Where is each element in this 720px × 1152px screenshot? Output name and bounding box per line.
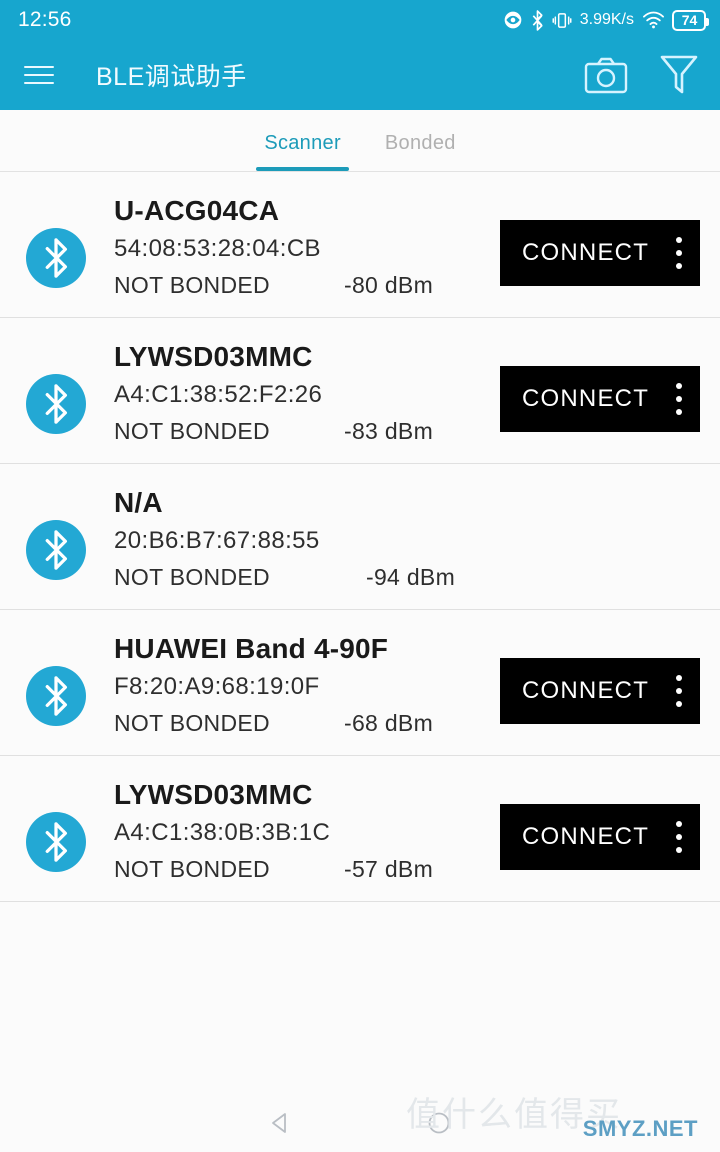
status-icons: 3.99K/s 74 bbox=[503, 9, 709, 31]
bluetooth-icon bbox=[532, 9, 543, 31]
connect-label: CONNECT bbox=[522, 239, 650, 266]
device-name: HUAWEI Band 4-90F bbox=[114, 633, 389, 664]
bond-status: NOT BONDED bbox=[114, 856, 270, 882]
device-name: U-ACG04CA bbox=[114, 195, 280, 226]
bluetooth-avatar-icon bbox=[26, 666, 86, 726]
device-meta: NOT BONDED -83 dBm bbox=[114, 413, 500, 449]
app-title: BLE调试助手 bbox=[96, 63, 247, 91]
device-info: N/A 20:B6:B7:67:88:55 NOT BONDED -94 dBm bbox=[114, 482, 504, 595]
wifi-icon bbox=[643, 11, 664, 29]
camera-icon[interactable] bbox=[584, 56, 628, 94]
device-info: LYWSD03MMC A4:C1:38:52:F2:26 NOT BONDED … bbox=[114, 336, 500, 449]
home-circle-icon[interactable] bbox=[426, 1110, 452, 1136]
bluetooth-avatar-icon bbox=[26, 520, 86, 580]
filter-funnel-icon[interactable] bbox=[660, 54, 698, 96]
vibrate-icon bbox=[552, 12, 572, 28]
device-meta: NOT BONDED -57 dBm bbox=[114, 851, 500, 887]
tab-bonded[interactable]: Bonded bbox=[363, 132, 478, 171]
rssi-value: -57 dBm bbox=[344, 856, 434, 882]
bond-status: NOT BONDED bbox=[114, 710, 270, 736]
watermark-en: SMYZ.NET bbox=[582, 1116, 698, 1141]
status-clock: 12:56 bbox=[18, 8, 72, 31]
device-name: LYWSD03MMC bbox=[114, 341, 313, 372]
device-info: LYWSD03MMC A4:C1:38:0B:3B:1C NOT BONDED … bbox=[114, 774, 500, 887]
device-info: U-ACG04CA 54:08:53:28:04:CB NOT BONDED -… bbox=[114, 190, 500, 303]
overflow-menu-icon[interactable] bbox=[668, 237, 690, 269]
rssi-value: -80 dBm bbox=[344, 272, 434, 298]
device-meta: NOT BONDED -80 dBm bbox=[114, 267, 500, 303]
app-bar: BLE调试助手 bbox=[0, 40, 720, 110]
bond-status: NOT BONDED bbox=[114, 564, 270, 590]
back-triangle-icon[interactable] bbox=[268, 1110, 294, 1136]
device-info: HUAWEI Band 4-90F F8:20:A9:68:19:0F NOT … bbox=[114, 628, 500, 741]
status-bar: 12:56 3.99K/s 74 bbox=[0, 0, 720, 40]
tab-bar: Scanner Bonded bbox=[0, 110, 720, 172]
connect-area: CONNECT bbox=[500, 804, 700, 870]
rssi-value: -83 dBm bbox=[344, 418, 434, 444]
system-navigation-bar: 值什么值得买 SMYZ.NET bbox=[0, 1094, 720, 1152]
device-row[interactable]: N/A 20:B6:B7:67:88:55 NOT BONDED -94 dBm bbox=[0, 464, 720, 610]
device-row[interactable]: HUAWEI Band 4-90F F8:20:A9:68:19:0F NOT … bbox=[0, 610, 720, 756]
device-address: A4:C1:38:52:F2:26 bbox=[114, 381, 323, 408]
rssi-value: -94 dBm bbox=[366, 564, 456, 590]
rssi-value: -68 dBm bbox=[344, 710, 434, 736]
tab-scanner[interactable]: Scanner bbox=[242, 132, 363, 171]
bluetooth-avatar-icon bbox=[26, 812, 86, 872]
battery-icon: 74 bbox=[672, 9, 709, 31]
connect-area: CONNECT bbox=[500, 658, 700, 724]
device-row[interactable]: U-ACG04CA 54:08:53:28:04:CB NOT BONDED -… bbox=[0, 172, 720, 318]
overflow-menu-icon[interactable] bbox=[668, 675, 690, 707]
overflow-menu-icon[interactable] bbox=[668, 383, 690, 415]
connect-area: CONNECT bbox=[500, 366, 700, 432]
device-row[interactable]: LYWSD03MMC A4:C1:38:52:F2:26 NOT BONDED … bbox=[0, 318, 720, 464]
device-address: 54:08:53:28:04:CB bbox=[114, 235, 321, 262]
device-row[interactable]: LYWSD03MMC A4:C1:38:0B:3B:1C NOT BONDED … bbox=[0, 756, 720, 902]
bluetooth-avatar-icon bbox=[26, 228, 86, 288]
device-address: 20:B6:B7:67:88:55 bbox=[114, 527, 320, 554]
device-name: N/A bbox=[114, 487, 163, 518]
eye-icon bbox=[504, 11, 522, 29]
device-list: U-ACG04CA 54:08:53:28:04:CB NOT BONDED -… bbox=[0, 172, 720, 902]
connect-button[interactable]: CONNECT bbox=[500, 804, 700, 870]
bluetooth-avatar-icon bbox=[26, 374, 86, 434]
device-name: LYWSD03MMC bbox=[114, 779, 313, 810]
connect-button[interactable]: CONNECT bbox=[500, 366, 700, 432]
device-meta: NOT BONDED -94 dBm bbox=[114, 559, 504, 595]
connect-label: CONNECT bbox=[522, 677, 650, 704]
connect-label: CONNECT bbox=[522, 823, 650, 850]
app-bar-actions bbox=[584, 54, 698, 96]
connect-button[interactable]: CONNECT bbox=[500, 220, 700, 286]
device-address: A4:C1:38:0B:3B:1C bbox=[114, 819, 331, 846]
phone-screen: 12:56 3.99K/s 74 BLE调试助手 Scanner Bonded … bbox=[0, 0, 720, 1152]
connect-label: CONNECT bbox=[522, 385, 650, 412]
bond-status: NOT BONDED bbox=[114, 272, 270, 298]
hamburger-menu-icon[interactable] bbox=[24, 63, 54, 87]
network-speed: 3.99K/s bbox=[579, 11, 634, 28]
device-address: F8:20:A9:68:19:0F bbox=[114, 673, 320, 700]
watermark: 值什么值得买 SMYZ.NET bbox=[406, 1095, 708, 1148]
connect-area: CONNECT bbox=[500, 220, 700, 286]
bond-status: NOT BONDED bbox=[114, 418, 270, 444]
overflow-menu-icon[interactable] bbox=[668, 821, 690, 853]
connect-button[interactable]: CONNECT bbox=[500, 658, 700, 724]
device-meta: NOT BONDED -68 dBm bbox=[114, 705, 500, 741]
